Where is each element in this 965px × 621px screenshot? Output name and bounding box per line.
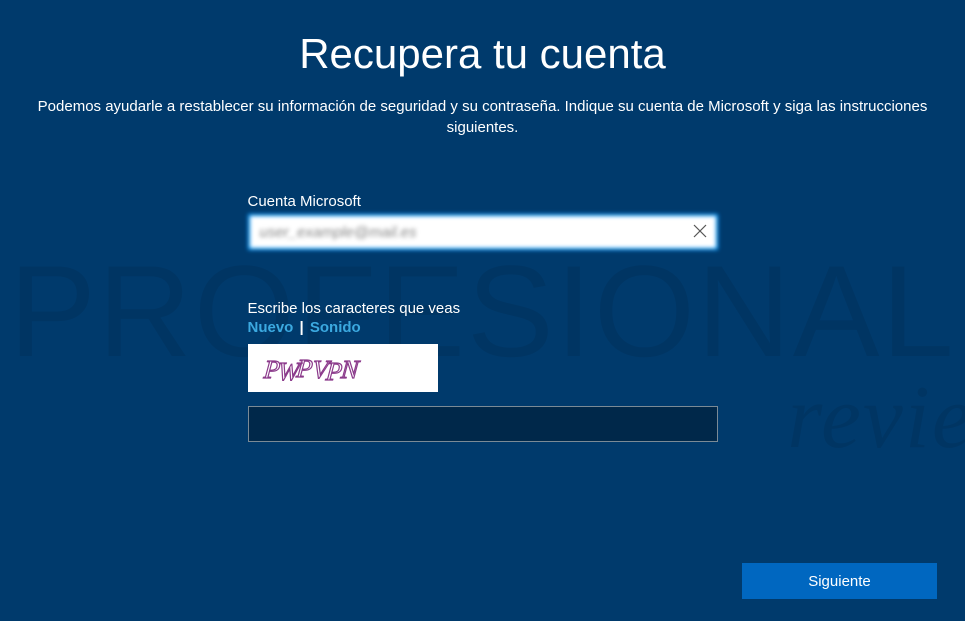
main-content: Recupera tu cuenta Podemos ayudarle a re… (0, 0, 965, 621)
recovery-form: Cuenta Microsoft Escribe los caracteres … (248, 193, 718, 442)
captcha-links-divider: | (300, 319, 304, 336)
account-input-wrapper (248, 214, 718, 250)
clear-icon[interactable] (692, 223, 710, 241)
captcha-sound-link[interactable]: Sonido (310, 319, 361, 336)
next-button[interactable]: Siguiente (742, 563, 937, 599)
captcha-input[interactable] (248, 406, 718, 442)
account-input[interactable] (248, 214, 718, 250)
page-subtitle: Podemos ayudarle a restablecer su inform… (23, 96, 943, 138)
svg-text:PWPVPN: PWPVPN (261, 354, 361, 386)
captcha-label: Escribe los caracteres que veas (248, 300, 718, 317)
account-label: Cuenta Microsoft (248, 193, 718, 210)
captcha-links: Nuevo | Sonido (248, 319, 718, 336)
captcha-image: PWPVPN (248, 344, 438, 392)
page-title: Recupera tu cuenta (299, 30, 666, 78)
captcha-new-link[interactable]: Nuevo (248, 319, 294, 336)
